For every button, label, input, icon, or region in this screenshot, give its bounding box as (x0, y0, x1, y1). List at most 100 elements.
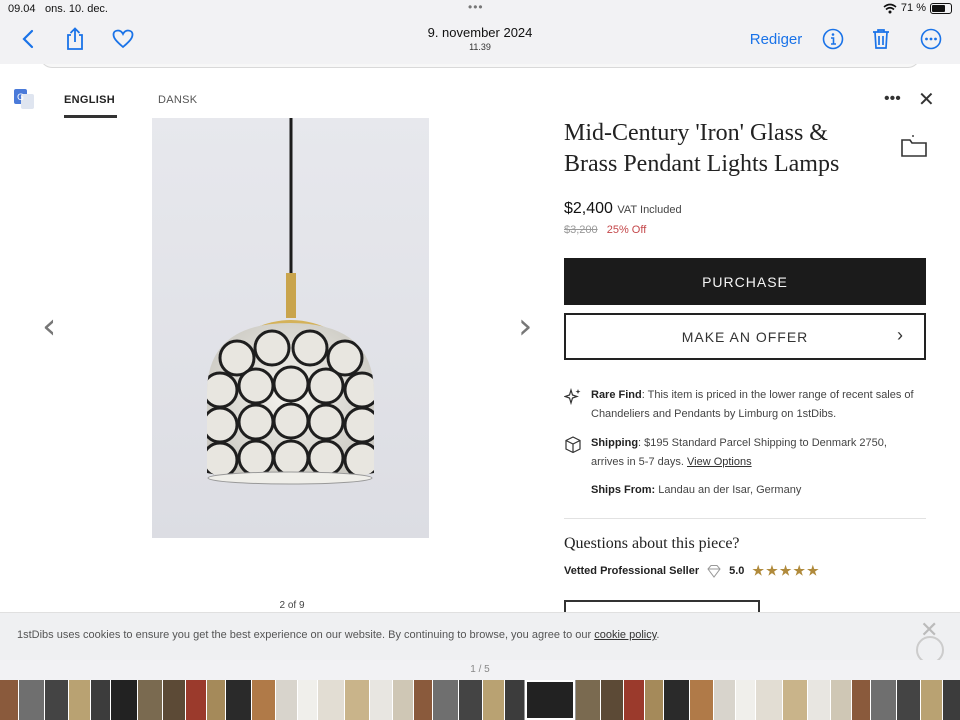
thumbnail[interactable] (808, 680, 830, 720)
thumbnail[interactable] (690, 680, 713, 720)
questions-title: Questions about this piece? (564, 535, 740, 552)
ships-from-label: Ships From: (591, 484, 656, 496)
thumbnail[interactable] (186, 680, 206, 720)
edit-button[interactable]: Rediger (748, 24, 804, 54)
thumbnail[interactable] (45, 680, 68, 720)
thumbnail[interactable] (252, 680, 275, 720)
old-price-row: $3,200 25% Off (564, 224, 646, 236)
back-button[interactable] (16, 24, 40, 54)
multitasking-dots[interactable]: ••• (468, 0, 484, 14)
thumbnail[interactable] (19, 680, 44, 720)
rare-find-row: Rare Find: This item is priced in the lo… (564, 386, 926, 426)
translate-close-button[interactable]: ✕ (918, 87, 935, 112)
thumbnail[interactable] (943, 680, 960, 720)
thumbnail[interactable] (0, 680, 18, 720)
live-text-icon[interactable] (916, 636, 944, 660)
cookie-text: 1stDibs uses cookies to ensure you get t… (17, 629, 595, 641)
thumbnail[interactable] (736, 680, 755, 720)
thumbnail[interactable] (207, 680, 225, 720)
info-icon (822, 28, 844, 50)
thumbnail[interactable] (483, 680, 504, 720)
lang-danish-tab[interactable]: DANSK (158, 94, 197, 106)
make-offer-button[interactable]: MAKE AN OFFER › (564, 313, 926, 360)
thumbnail[interactable] (393, 680, 413, 720)
thumbnail[interactable] (163, 680, 185, 720)
photo-title: 9. november 2024 11.39 (380, 25, 580, 52)
status-date: ons. 10. dec. (45, 3, 108, 15)
thumbnail[interactable] (459, 680, 482, 720)
thumbnail[interactable] (414, 680, 432, 720)
cookie-policy-link[interactable]: cookie policy (594, 629, 656, 641)
status-bar: 09.04 ons. 10. dec. ••• 71 % (0, 0, 960, 18)
folder-icon[interactable] (900, 134, 928, 158)
thumbnail[interactable] (783, 680, 807, 720)
thumbnail[interactable] (318, 680, 344, 720)
seller-label: Vetted Professional Seller (564, 565, 700, 577)
seller-rating: 5.0 (729, 565, 745, 577)
delete-button[interactable] (868, 24, 894, 54)
translate-more-button[interactable]: ••• (884, 90, 901, 108)
back-chevron-icon (22, 29, 34, 49)
thumbnail[interactable] (91, 680, 110, 720)
thumbnail[interactable] (897, 680, 920, 720)
favorite-button[interactable] (110, 24, 136, 54)
thumbnail[interactable] (852, 680, 870, 720)
shipping-label: Shipping (591, 437, 639, 449)
thumbnail-strip[interactable] (0, 680, 960, 720)
product-image[interactable] (152, 118, 429, 538)
thumbnail[interactable] (601, 680, 623, 720)
sparkle-icon (564, 388, 581, 406)
browser-edge (40, 64, 920, 68)
old-price: $3,200 (564, 224, 598, 236)
thumbnail[interactable] (345, 680, 369, 720)
trash-icon (873, 29, 889, 49)
page-indicator: 1 / 5 (470, 664, 490, 675)
screenshot-viewport[interactable]: G ENGLISH DANSK ••• ✕ ‹ › 2 of 9 Mid-Cen… (0, 64, 960, 660)
thumbnail[interactable] (576, 680, 600, 720)
thumbnail[interactable] (645, 680, 663, 720)
next-image-arrow[interactable]: › (518, 306, 532, 347)
photo-date: 9. november 2024 (427, 25, 533, 40)
photo-time: 11.39 (469, 42, 491, 52)
thumbnail[interactable] (756, 680, 782, 720)
more-button[interactable] (918, 24, 944, 54)
thumbnail[interactable] (664, 680, 689, 720)
thumbnail[interactable] (69, 680, 90, 720)
active-tab-underline (64, 115, 117, 118)
purchase-button[interactable]: PURCHASE (564, 258, 926, 305)
lang-english-tab[interactable]: ENGLISH (64, 94, 115, 106)
thumbnail[interactable] (370, 680, 392, 720)
package-icon (565, 436, 581, 454)
rare-find-label: Rare Find (591, 389, 642, 401)
divider (564, 518, 926, 519)
thumbnail[interactable] (111, 680, 137, 720)
info-button[interactable] (820, 24, 846, 54)
thumbnail[interactable] (433, 680, 458, 720)
thumbnail[interactable] (624, 680, 644, 720)
thumbnail[interactable] (831, 680, 851, 720)
shipping-row: Shipping: $195 Standard Parcel Shipping … (564, 434, 926, 474)
google-translate-icon: G (14, 89, 34, 109)
status-right: 71 % (883, 2, 952, 14)
pendant-lamp-illustration (207, 118, 374, 485)
thumbnail[interactable] (714, 680, 735, 720)
thumbnail[interactable] (505, 680, 524, 720)
thumbnail[interactable] (871, 680, 896, 720)
view-options-link[interactable]: View Options (687, 456, 752, 468)
thumbnail-current[interactable] (524, 680, 576, 720)
discount-label: 25% Off (606, 224, 647, 236)
thumbnail[interactable] (921, 680, 942, 720)
thumbnail[interactable] (298, 680, 317, 720)
ships-from-value: Landau an der Isar, Germany (658, 484, 802, 496)
thumbnail[interactable] (138, 680, 162, 720)
battery-percent: 71 % (900, 2, 926, 14)
share-button[interactable] (62, 24, 88, 54)
thumbnail[interactable] (276, 680, 297, 720)
thumbnail[interactable] (226, 680, 251, 720)
wifi-icon (883, 3, 897, 13)
current-price: $2,400 (564, 200, 613, 217)
share-icon (67, 27, 83, 50)
star-rating-icon: ★★★★★ (752, 563, 821, 578)
prev-image-arrow[interactable]: ‹ (42, 306, 56, 347)
cookie-banner: 1stDibs uses cookies to ensure you get t… (0, 612, 960, 660)
